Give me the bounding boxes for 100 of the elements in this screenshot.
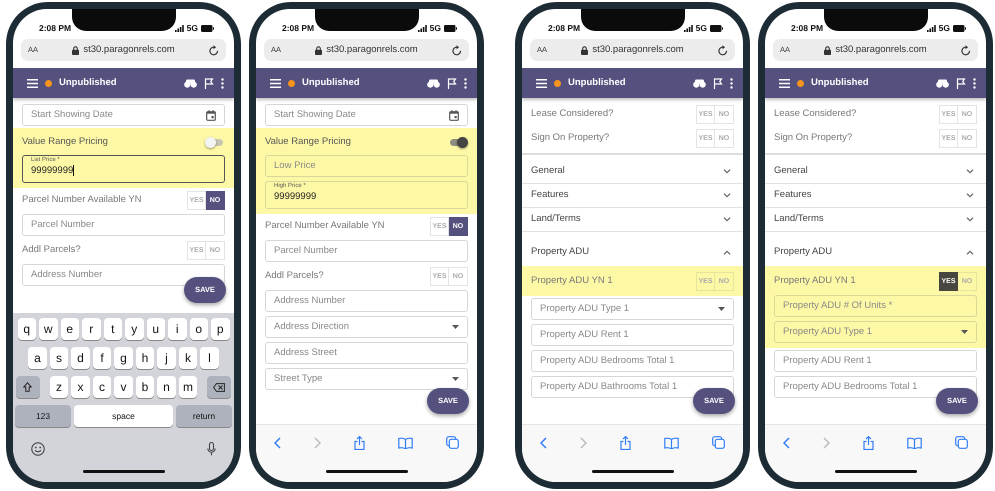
tabs-icon[interactable]: [712, 436, 725, 449]
back-icon[interactable]: [540, 436, 547, 448]
flag-icon[interactable]: [956, 78, 966, 88]
flag-icon[interactable]: [447, 78, 457, 88]
keyboard-key[interactable]: z: [50, 376, 68, 398]
keyboard-key[interactable]: x: [71, 376, 90, 398]
reload-icon[interactable]: [452, 44, 462, 56]
tabs-icon[interactable]: [955, 436, 968, 449]
keyboard-key[interactable]: u: [146, 318, 165, 340]
chevron-down-icon: [723, 169, 731, 174]
signal-icon: [926, 25, 936, 32]
network-label: 5G: [696, 22, 707, 35]
emoji-icon[interactable]: [31, 442, 45, 456]
keyboard-key[interactable]: space: [74, 405, 173, 427]
input-field[interactable]: Parcel Number: [265, 240, 468, 262]
binoculars-icon[interactable]: [427, 78, 440, 88]
keyboard-key[interactable]: h: [136, 347, 154, 369]
keyboard-key[interactable]: r: [82, 318, 100, 340]
back-icon[interactable]: [274, 436, 281, 448]
share-icon[interactable]: [354, 436, 365, 450]
keyboard-key[interactable]: q: [18, 318, 36, 340]
keyboard-key[interactable]: g: [114, 347, 133, 369]
reload-icon[interactable]: [209, 44, 219, 56]
input-field[interactable]: Property ADU Rent 1: [531, 324, 734, 346]
menu-icon[interactable]: [779, 78, 790, 88]
toggle-switch[interactable]: [205, 136, 225, 148]
input-field[interactable]: Property ADU Bedrooms Total 1: [774, 376, 977, 398]
book-icon[interactable]: [907, 436, 922, 448]
book-icon[interactable]: [398, 436, 413, 448]
keyboard-key[interactable]: e: [60, 318, 79, 340]
binoculars-icon[interactable]: [693, 78, 706, 88]
tabs-icon[interactable]: [446, 436, 459, 449]
input-field[interactable]: Address Number: [265, 290, 468, 312]
menu-icon[interactable]: [536, 78, 547, 88]
question-label: Addl Parcels?: [22, 243, 81, 258]
calendar-icon: [206, 110, 216, 120]
back-icon[interactable]: [783, 436, 790, 448]
keyboard-key[interactable]: i: [168, 318, 186, 340]
toggle-switch[interactable]: [448, 136, 468, 148]
keyboard-key[interactable]: d: [71, 347, 90, 369]
keyboard-key[interactable]: a: [28, 347, 47, 369]
keyboard-key[interactable]: n: [157, 376, 176, 398]
input-field[interactable]: Address Street: [265, 342, 468, 364]
keyboard-key[interactable]: o: [190, 318, 208, 340]
book-icon[interactable]: [664, 436, 679, 448]
shift-key[interactable]: [16, 376, 40, 398]
keyboard-key[interactable]: y: [125, 318, 144, 340]
reload-icon[interactable]: [718, 44, 728, 56]
keyboard-key[interactable]: w: [39, 318, 58, 340]
question-label: Property ADU YN 1: [531, 274, 613, 288]
chevron-down-icon: [966, 169, 974, 174]
binoculars-icon[interactable]: [184, 78, 197, 88]
network-label: 5G: [938, 22, 950, 35]
keyboard-key[interactable]: j: [157, 347, 176, 369]
reload-icon[interactable]: [961, 44, 971, 56]
share-icon[interactable]: [863, 436, 874, 450]
more-icon[interactable]: [730, 78, 733, 88]
more-icon[interactable]: [464, 78, 467, 88]
keyboard-key[interactable]: k: [178, 347, 198, 369]
more-icon[interactable]: [973, 78, 976, 88]
more-icon[interactable]: [221, 78, 224, 88]
keyboard-key[interactable]: return: [176, 405, 232, 427]
backspace-key[interactable]: [207, 376, 232, 398]
signal-icon: [174, 25, 184, 32]
battery-icon: [710, 25, 723, 32]
keyboard-key[interactable]: m: [178, 376, 198, 398]
share-icon[interactable]: [620, 436, 631, 450]
status-dot: [45, 80, 52, 86]
status-dot: [797, 80, 804, 86]
keyboard-key[interactable]: 123: [15, 405, 71, 427]
date-field[interactable]: Start Showing Date: [22, 104, 225, 126]
question-label: Lease Considered?: [774, 106, 856, 121]
input-field[interactable]: Property ADU Rent 1: [774, 350, 977, 372]
text-cursor: [73, 164, 74, 176]
keyboard-key[interactable]: t: [104, 318, 122, 340]
dropdown-field[interactable]: Street Type: [265, 368, 468, 390]
date-field[interactable]: Start Showing Date: [265, 104, 468, 126]
chevron-down-icon: [723, 217, 731, 222]
binoculars-icon[interactable]: [936, 78, 949, 88]
keyboard-key[interactable]: c: [92, 376, 112, 398]
input-field[interactable]: Address Number: [22, 264, 225, 286]
keyboard-key[interactable]: l: [200, 347, 219, 369]
input-field[interactable]: Property ADU Bedrooms Total 1: [531, 350, 734, 372]
keyboard-key[interactable]: f: [92, 347, 112, 369]
battery-icon: [201, 25, 214, 32]
input-field[interactable]: Parcel Number: [22, 214, 225, 236]
dropdown-field[interactable]: Property ADU Type 1: [531, 298, 734, 320]
keyboard-key[interactable]: p: [211, 318, 230, 340]
microphone-icon[interactable]: [207, 442, 216, 456]
flag-icon[interactable]: [204, 78, 214, 88]
menu-icon[interactable]: [270, 78, 281, 88]
keyboard-key[interactable]: b: [136, 376, 154, 398]
keyboard-key[interactable]: s: [50, 347, 68, 369]
flag-icon[interactable]: [713, 78, 723, 88]
keyboard-key[interactable]: v: [114, 376, 133, 398]
input-field[interactable]: Property ADU Bathrooms Total 1: [531, 376, 734, 398]
question-label: Sign On Property?: [774, 130, 852, 145]
status-time: 2:08 PM: [548, 22, 580, 35]
menu-icon[interactable]: [27, 78, 38, 88]
dropdown-field[interactable]: Address Direction: [265, 316, 468, 338]
